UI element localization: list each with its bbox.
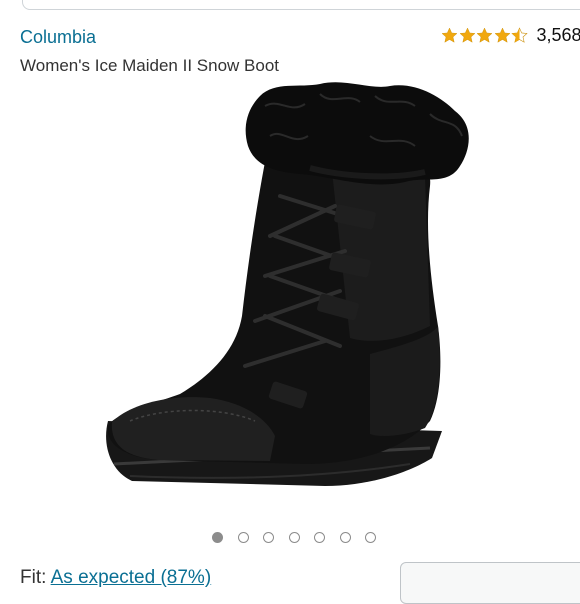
image-carousel-dots[interactable] <box>212 532 391 543</box>
carousel-dot[interactable] <box>289 532 300 543</box>
carousel-dot[interactable] <box>365 532 376 543</box>
carousel-dot[interactable] <box>314 532 325 543</box>
carousel-dot[interactable] <box>263 532 274 543</box>
product-image[interactable] <box>70 76 520 516</box>
star-icon <box>494 27 511 44</box>
fit-value-link[interactable]: As expected (87%) <box>51 567 212 588</box>
carousel-dot[interactable] <box>238 532 249 543</box>
star-rating <box>441 27 529 44</box>
size-selector[interactable] <box>400 562 580 604</box>
fit-summary: Fit: As expected (87%) <box>20 567 211 589</box>
carousel-dot[interactable] <box>340 532 351 543</box>
snow-boot-illustration <box>70 76 520 516</box>
half-star-icon <box>511 27 528 44</box>
star-icon <box>476 27 493 44</box>
rating-count: 3,568 <box>537 25 580 46</box>
star-icon <box>441 27 458 44</box>
search-bar[interactable] <box>22 0 580 10</box>
fit-label: Fit: <box>20 567 46 588</box>
rating[interactable]: 3,568 <box>441 25 580 46</box>
carousel-dot[interactable] <box>212 532 223 543</box>
product-title: Women's Ice Maiden II Snow Boot <box>20 56 279 76</box>
brand-link[interactable]: Columbia <box>20 27 96 48</box>
star-icon <box>459 27 476 44</box>
